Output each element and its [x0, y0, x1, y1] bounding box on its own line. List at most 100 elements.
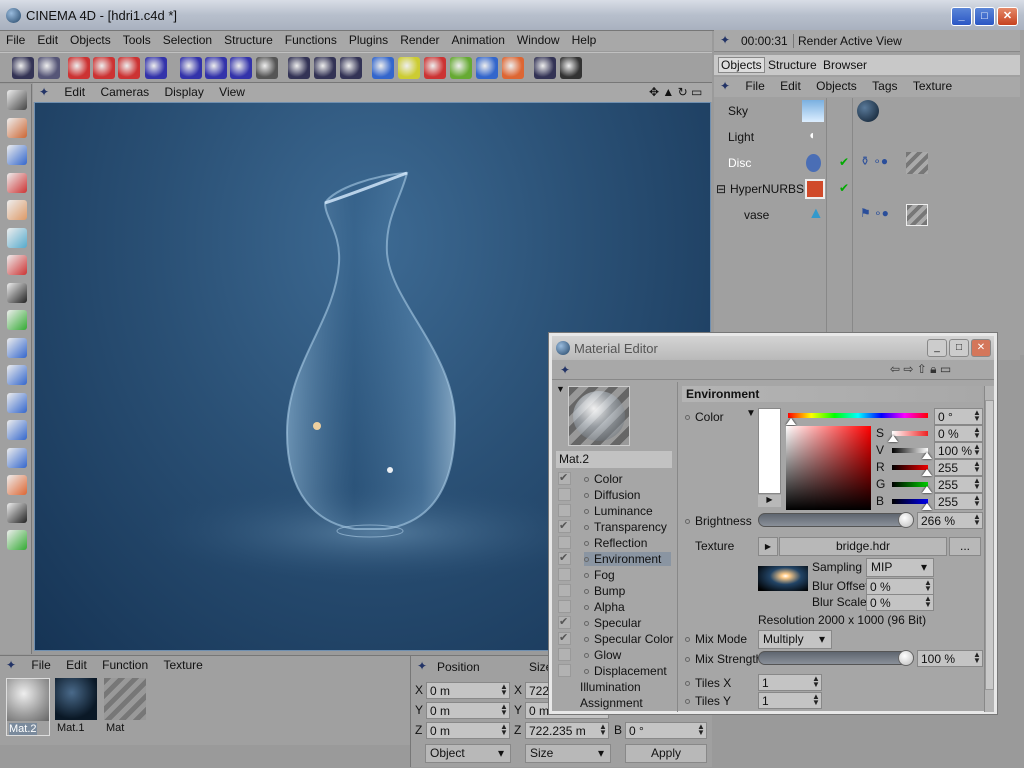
viewport-menu-display[interactable]: Display [158, 83, 209, 99]
object-name[interactable]: Light [728, 130, 754, 144]
g-field[interactable]: 255 ▲ ▼ [934, 476, 983, 493]
channel-label[interactable]: Color [584, 472, 623, 486]
menu-animation[interactable]: Animation [446, 31, 511, 47]
tab-objects[interactable]: Objects [718, 57, 765, 73]
tab-browser[interactable]: Browser [823, 58, 867, 72]
channel-checkbox[interactable]: ✔ [558, 632, 571, 645]
minimize-button[interactable]: _ [951, 7, 972, 26]
slider-handle[interactable] [922, 469, 932, 476]
pin-icon[interactable]: ✦ [720, 33, 730, 47]
mode-tool-icon[interactable] [7, 420, 27, 440]
menu-structure[interactable]: Structure [218, 31, 279, 47]
menu-help[interactable]: Help [566, 31, 603, 47]
hue-slider-handle[interactable] [786, 418, 796, 425]
nav-arrows-icon[interactable]: ⇦ ⇨ ⇧ 🔒︎ ▭ [890, 362, 951, 377]
mode-tool-icon[interactable] [7, 475, 27, 495]
pos-z-field[interactable]: 0 m ▲ ▼ [426, 722, 510, 739]
pin-icon[interactable]: ✦ [417, 659, 427, 673]
channel-checkbox[interactable] [558, 648, 571, 661]
slider-handle[interactable] [922, 486, 932, 493]
channel-label[interactable]: Illumination [580, 680, 641, 694]
mix-mode-dropdown[interactable]: Multiply ▾ [758, 630, 832, 649]
menu-plugins[interactable]: Plugins [343, 31, 394, 47]
slider-knob[interactable] [898, 650, 914, 666]
saturation-value-picker[interactable] [786, 426, 871, 510]
maximize-button[interactable]: □ [949, 339, 969, 357]
mm-menu-file[interactable]: File [25, 656, 56, 672]
brightness-slider[interactable] [758, 512, 914, 528]
tab-structure[interactable]: Structure [768, 58, 817, 72]
pin-icon[interactable]: ✦ [33, 83, 55, 99]
expand-icon[interactable]: ⊟ [716, 182, 726, 196]
mode-tool-icon[interactable] [7, 255, 27, 275]
enabled-check-icon[interactable]: ✔ [839, 181, 849, 195]
channel-label[interactable]: Glow [584, 648, 621, 662]
pos-y-field[interactable]: 0 m ▲ ▼ [426, 702, 510, 719]
mode-tool-icon[interactable] [7, 227, 27, 248]
object-name[interactable]: vase [744, 208, 769, 222]
expand-arrow-icon[interactable]: ▶ [758, 495, 781, 507]
texture-tag-icon[interactable] [906, 204, 928, 226]
channel-specular-color[interactable]: ✔ Specular Color [558, 632, 678, 648]
channel-checkbox[interactable] [558, 568, 571, 581]
close-button[interactable]: ✕ [971, 339, 991, 357]
material-preview[interactable] [568, 386, 630, 446]
menu-tools[interactable]: Tools [117, 31, 157, 47]
object-name[interactable]: Sky [728, 104, 748, 118]
sampling-dropdown[interactable]: MIP ▾ [866, 558, 934, 577]
coord-mode-dropdown[interactable]: Object ▾ [425, 744, 511, 763]
channel-alpha[interactable]: Alpha [558, 600, 678, 616]
om-menu-texture[interactable]: Texture [907, 77, 958, 93]
mm-menu-texture[interactable]: Texture [158, 656, 209, 672]
object-row-hypernurbs[interactable]: ⊟ HyperNURBS ✔ [714, 176, 1020, 202]
channel-label[interactable]: Specular [584, 616, 641, 630]
toolbar-tool-icon[interactable] [68, 57, 90, 79]
close-button[interactable]: ✕ [997, 7, 1018, 26]
channel-label[interactable]: Alpha [584, 600, 625, 614]
channel-glow[interactable]: Glow [558, 648, 678, 664]
channel-label[interactable]: Displacement [584, 664, 667, 678]
mode-tool-icon[interactable] [7, 310, 27, 330]
om-menu-edit[interactable]: Edit [774, 77, 807, 93]
channel-checkbox[interactable] [558, 584, 571, 597]
pin-icon[interactable]: ✦ [714, 77, 736, 93]
enabled-check-icon[interactable]: ✔ [839, 155, 849, 169]
object-row-disc[interactable]: Disc ✔ ⚱ ∘● [714, 150, 1020, 176]
channel-checkbox[interactable] [558, 600, 571, 613]
toolbar-tool-icon[interactable] [372, 57, 394, 79]
slider-handle[interactable] [922, 452, 932, 459]
tiles-y-field[interactable]: 1 ▲ ▼ [758, 692, 822, 709]
object-row-vase[interactable]: vase ▲ ⚑ ∘● [714, 202, 1020, 228]
channel-label[interactable]: Reflection [584, 536, 647, 550]
toolbar-tool-icon[interactable] [145, 57, 167, 79]
slider-knob[interactable] [898, 512, 914, 528]
dropdown-arrow-icon[interactable]: ▼ [746, 408, 756, 419]
hue-slider[interactable] [788, 413, 928, 418]
object-row-light[interactable]: Light ◖ [714, 124, 1020, 150]
h-field[interactable]: 0 ° ▲ ▼ [934, 408, 983, 425]
brightness-field[interactable]: 266 % ▲ ▼ [917, 512, 983, 529]
mode-tool-icon[interactable] [7, 200, 27, 220]
channel-label[interactable]: Transparency [584, 520, 667, 534]
mode-tool-icon[interactable] [7, 145, 27, 165]
blur-offset-field[interactable]: 0 % ▲ ▼ [866, 578, 934, 595]
viewport-menu-cameras[interactable]: Cameras [94, 83, 155, 99]
channel-label[interactable]: Specular Color [584, 632, 673, 646]
mode-tool-icon[interactable] [7, 365, 27, 385]
channel-checkbox[interactable]: ✔ [558, 616, 571, 629]
apply-button[interactable]: Apply [625, 744, 707, 763]
channel-label[interactable]: Fog [584, 568, 615, 582]
channel-label[interactable]: Diffusion [584, 488, 640, 502]
channel-fog[interactable]: Fog [558, 568, 678, 584]
mix-strength-field[interactable]: 100 % ▲ ▼ [917, 650, 983, 667]
mode-tool-icon[interactable] [7, 502, 27, 523]
blur-scale-field[interactable]: 0 % ▲ ▼ [866, 594, 934, 611]
toolbar-tool-icon[interactable] [12, 57, 34, 79]
channel-checkbox[interactable]: ✔ [558, 472, 571, 485]
toolbar-tool-icon[interactable] [288, 57, 310, 79]
pin-icon[interactable]: ✦ [0, 656, 22, 672]
channel-bump[interactable]: Bump [558, 584, 678, 600]
channel-checkbox[interactable] [558, 504, 571, 517]
rot-b-field[interactable]: 0 ° ▲ ▼ [625, 722, 707, 739]
channel-environment[interactable]: ✔ Environment [558, 552, 678, 568]
